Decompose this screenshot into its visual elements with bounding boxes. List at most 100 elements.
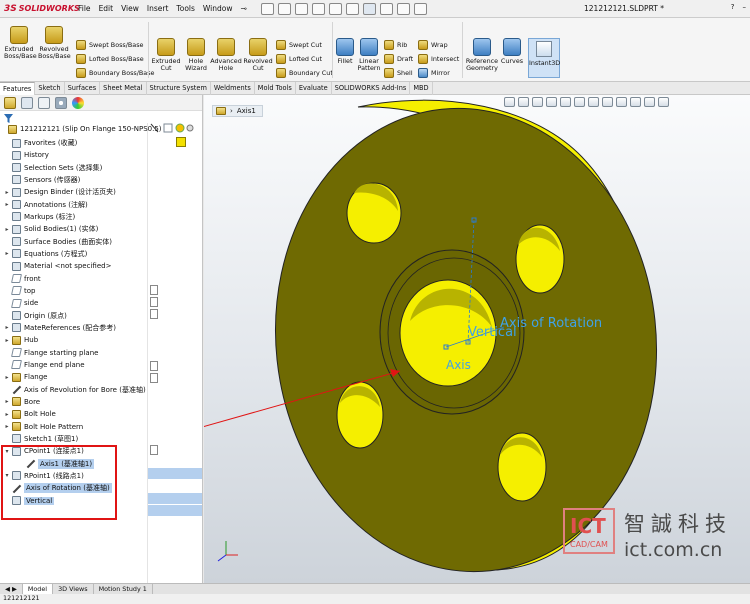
curves-button[interactable]: Curves [500, 38, 524, 65]
tree-item-flange-end-plane[interactable]: Flange end plane [4, 359, 85, 371]
tree-item-equations[interactable]: ▸ Equations (方程式) [4, 248, 87, 260]
tab-3d-views[interactable]: 3D Views [53, 584, 94, 594]
dimxpert-tab-icon[interactable] [55, 97, 67, 109]
shell-button[interactable]: Shell [384, 68, 413, 78]
tab-sheet-metal[interactable]: Sheet Metal [100, 82, 147, 95]
extruded-cut-button[interactable]: Extruded Cut [150, 38, 182, 72]
plane-display-icon[interactable] [150, 285, 158, 295]
file-properties-icon[interactable] [396, 2, 410, 15]
tab-nav-arrows[interactable]: ◀ ▶ [0, 584, 23, 594]
display-pane-selected-row[interactable] [148, 468, 202, 479]
instant3d-button[interactable]: Instant3D [528, 38, 560, 78]
tab-model[interactable]: Model [22, 584, 54, 594]
plane-display-icon[interactable] [150, 373, 158, 383]
tab-weldments[interactable]: Weldments [211, 82, 255, 95]
tab-structure-system[interactable]: Structure System [147, 82, 211, 95]
home-icon[interactable] [260, 2, 274, 15]
vertical-relation-label[interactable]: Vertical [468, 325, 517, 340]
plane-display-icon[interactable] [150, 361, 158, 371]
tab-evaluate[interactable]: Evaluate [296, 82, 332, 95]
tree-item-side-plane[interactable]: side [4, 297, 38, 309]
linear-pattern-button[interactable]: Linear Pattern [356, 38, 382, 72]
tree-item-material[interactable]: Material <not specified> [4, 260, 111, 272]
menu-tools[interactable]: Tools [176, 4, 194, 13]
tree-item-annotations[interactable]: ▸ Annotations (注解) [4, 199, 88, 211]
print-icon[interactable] [328, 2, 342, 15]
pin-icon[interactable]: ⊸ [240, 4, 246, 13]
tree-item-sketch1[interactable]: Sketch1 (草图1) [4, 433, 78, 445]
tree-item-favorites[interactable]: Favorites (收藏) [4, 137, 77, 149]
feature-manager-tab-icon[interactable] [4, 97, 16, 109]
tree-item-history[interactable]: History [4, 149, 49, 161]
tree-item-solid-bodies[interactable]: ▸ Solid Bodies(1) (实体) [4, 223, 98, 235]
tree-root-part[interactable]: 121212121 (Slip On Flange 150-NPS0.5) [0, 123, 162, 135]
menu-view[interactable]: View [121, 4, 139, 13]
tree-item-flange[interactable]: ▸ Flange [4, 371, 47, 383]
tree-item-bolt-hole-pattern[interactable]: ▸ Bolt Hole Pattern [4, 421, 83, 433]
minimize-icon[interactable]: – [743, 3, 747, 11]
rebuild-icon[interactable] [379, 2, 393, 15]
boundary-cut-button[interactable]: Boundary Cut [276, 68, 333, 78]
menu-file[interactable]: File [78, 4, 91, 13]
tree-item-axis-of-revolution-for-bore[interactable]: Axis of Revolution for Bore (基准轴) [4, 384, 146, 396]
tab-surfaces[interactable]: Surfaces [65, 82, 101, 95]
mirror-button[interactable]: Mirror [418, 68, 450, 78]
axis-label[interactable]: Axis [446, 358, 471, 372]
expand-arrow-icon[interactable]: ▸ [4, 337, 10, 344]
hole-wizard-button[interactable]: Hole Wizard [182, 38, 210, 72]
fillet-button[interactable]: Fillet [334, 38, 356, 65]
display-pane-selected-row[interactable] [148, 505, 202, 516]
advanced-hole-button[interactable]: Advanced Hole [210, 38, 242, 72]
tab-features[interactable]: Features [0, 82, 36, 95]
draft-button[interactable]: Draft [384, 54, 413, 64]
tree-item-hub[interactable]: ▸ Hub [4, 334, 38, 346]
tree-item-origin[interactable]: Origin (原点) [4, 310, 67, 322]
tab-motion-study[interactable]: Motion Study 1 [94, 584, 153, 594]
tree-item-top-plane[interactable]: top [4, 285, 35, 297]
expand-arrow-icon[interactable]: ▸ [4, 189, 10, 196]
new-document-icon[interactable] [277, 2, 291, 15]
swept-cut-button[interactable]: Swept Cut [276, 40, 322, 50]
expand-arrow-icon[interactable]: ▸ [4, 201, 10, 208]
appearance-swatch[interactable] [176, 137, 186, 147]
lofted-cut-button[interactable]: Lofted Cut [276, 54, 322, 64]
tab-mold-tools[interactable]: Mold Tools [255, 82, 296, 95]
save-icon[interactable] [311, 2, 325, 15]
tree-item-design-binder[interactable]: ▸ Design Binder (设计活页夹) [4, 186, 116, 198]
display-pane-selected-row[interactable] [148, 493, 202, 504]
revolved-cut-button[interactable]: Revolved Cut [242, 38, 274, 72]
tree-item-selection-sets[interactable]: Selection Sets (选择集) [4, 162, 102, 174]
tree-item-markups[interactable]: Markups (标注) [4, 211, 75, 223]
tree-item-sensors[interactable]: Sensors (传感器) [4, 174, 80, 186]
expand-arrow-icon[interactable]: ▸ [4, 374, 10, 381]
tree-item-mate-references[interactable]: ▸ MateReferences (配合参考) [4, 322, 116, 334]
tree-item-surface-bodies[interactable]: Surface Bodies (曲面实体) [4, 236, 112, 248]
tab-mbd[interactable]: MBD [410, 82, 433, 95]
options-gear-icon[interactable] [413, 2, 427, 15]
menu-insert[interactable]: Insert [147, 4, 169, 13]
tree-item-flange-starting-plane[interactable]: Flange starting plane [4, 347, 98, 359]
display-manager-tab-icon[interactable] [72, 97, 84, 109]
sketch-display-icon[interactable] [150, 445, 158, 455]
extruded-boss-button[interactable]: Extruded Boss/Base [4, 26, 37, 60]
solidworks-logo[interactable]: 3S SOLIDWORKS [4, 4, 80, 14]
undo-icon[interactable] [345, 2, 359, 15]
expand-arrow-icon[interactable]: ▸ [4, 398, 10, 405]
wrap-button[interactable]: Wrap [418, 40, 448, 50]
intersect-button[interactable]: Intersect [418, 54, 459, 64]
open-icon[interactable] [294, 2, 308, 15]
graphics-area[interactable]: › Axis1 Axis of Rotation Vertical Axis I… [204, 95, 750, 583]
tab-sketch[interactable]: Sketch [35, 82, 65, 95]
expand-arrow-icon[interactable]: ▸ [4, 226, 10, 233]
plane-display-icon[interactable] [150, 309, 158, 319]
filter-icon[interactable] [4, 113, 13, 123]
expand-arrow-icon[interactable]: ▸ [4, 423, 10, 430]
expand-arrow-icon[interactable]: ▸ [4, 411, 10, 418]
lofted-boss-button[interactable]: Lofted Boss/Base [76, 54, 144, 64]
expand-arrow-icon[interactable]: ▸ [4, 324, 10, 331]
help-icon[interactable]: ? [731, 3, 735, 11]
tree-item-bolt-hole[interactable]: ▸ Bolt Hole [4, 408, 56, 420]
reference-geometry-button[interactable]: Reference Geometry [464, 38, 500, 72]
expand-arrow-icon[interactable]: ▸ [4, 250, 10, 257]
menu-window[interactable]: Window [203, 4, 233, 13]
